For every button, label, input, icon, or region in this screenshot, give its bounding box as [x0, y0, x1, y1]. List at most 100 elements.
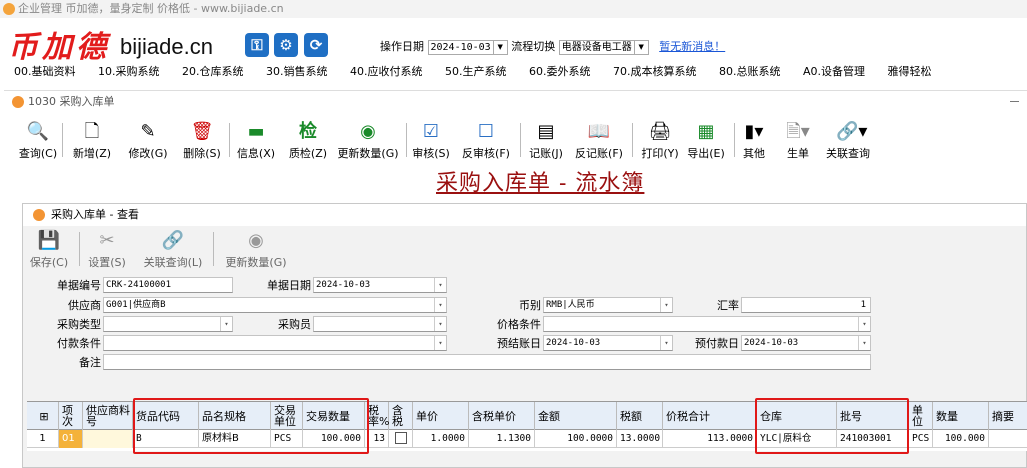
menu-item-basic[interactable]: 00.基础资料: [14, 65, 76, 78]
edit-button[interactable]: ✎ 修改(G): [124, 121, 172, 161]
cell-tax-included[interactable]: [389, 430, 413, 448]
cell-seq[interactable]: 01: [59, 430, 83, 448]
save-button[interactable]: 💾 保存(C): [27, 230, 71, 270]
chevron-down-icon[interactable]: ▾: [434, 317, 446, 331]
link-query-button[interactable]: 🔗▾ 关联查询: [818, 121, 878, 161]
audit-button[interactable]: ☑ 审核(S): [410, 121, 452, 161]
cell-amount[interactable]: 100.0000: [535, 430, 617, 448]
prepay-date-label: 预付款日: [695, 337, 739, 350]
post-button[interactable]: ▤ 记账(J): [523, 121, 569, 161]
menu-item-purchase[interactable]: 10.采购系统: [98, 65, 160, 78]
chevron-down-icon[interactable]: ▾: [434, 278, 446, 292]
generate-button[interactable]: 🗎▾ 生单: [780, 121, 816, 161]
toolbar-divider: [632, 123, 633, 157]
menu-item-outsourcing[interactable]: 60.委外系统: [529, 65, 591, 78]
update-qty-label: 更新数量(G): [337, 147, 399, 160]
update-qty-button[interactable]: ◉ 更新数量(G): [336, 121, 400, 161]
link-query-button[interactable]: 🔗 关联查询(L): [141, 230, 205, 270]
col-tax-unit-price[interactable]: 含税单价: [469, 402, 535, 430]
cell-unit-price[interactable]: 1.0000: [413, 430, 469, 448]
rate-field[interactable]: 1: [741, 297, 871, 313]
other-label: 其他: [743, 147, 765, 160]
menu-item-production[interactable]: 50.生产系统: [445, 65, 507, 78]
col-unit[interactable]: 单位: [909, 402, 933, 430]
info-button[interactable]: ▬ 信息(X): [232, 121, 280, 161]
col-seq[interactable]: 项次: [59, 402, 83, 430]
chevron-down-icon[interactable]: ▾: [220, 317, 232, 331]
cell-qty[interactable]: 100.000: [933, 430, 989, 448]
chevron-down-icon[interactable]: ▾: [434, 298, 446, 312]
menu-item-warehouse[interactable]: 20.仓库系统: [182, 65, 244, 78]
col-qty[interactable]: 数量: [933, 402, 989, 430]
chevron-down-icon[interactable]: ▼: [634, 39, 649, 55]
grid-menu-icon[interactable]: ⊞: [27, 402, 59, 430]
payment-terms-field[interactable]: ▾: [103, 335, 447, 351]
price-terms-field[interactable]: ▾: [543, 316, 871, 332]
query-button[interactable]: 🔍 查询(C): [18, 121, 58, 161]
col-tax[interactable]: 税额: [617, 402, 663, 430]
cell-tax[interactable]: 13.0000: [617, 430, 663, 448]
settings-icon[interactable]: ⚙: [274, 33, 298, 57]
menu-item-sales[interactable]: 30.销售系统: [266, 65, 328, 78]
chevron-down-icon[interactable]: ▾: [434, 336, 446, 350]
doc-date-field[interactable]: 2024-10-03 ▾: [313, 277, 447, 293]
menu-item-equipment[interactable]: A0.设备管理: [803, 65, 865, 78]
chevron-down-icon[interactable]: ▾: [660, 336, 672, 350]
new-doc-icon: 🗋: [84, 121, 100, 142]
export-button[interactable]: ▦ 导出(E): [682, 121, 730, 161]
chevron-down-icon[interactable]: ▾: [858, 317, 870, 331]
inspect-button[interactable]: 检质检(Z): [284, 121, 332, 161]
doc-no-field[interactable]: CRK-24100001: [103, 277, 233, 293]
cell-unit[interactable]: PCS: [909, 430, 933, 448]
chevron-down-icon[interactable]: ▾: [660, 298, 672, 312]
update-qty-button[interactable]: ◉ 更新数量(G): [223, 230, 289, 270]
menu-item-ledger[interactable]: 80.总账系统: [719, 65, 781, 78]
print-button[interactable]: 🖨 打印(Y): [636, 121, 684, 161]
cell-total[interactable]: 113.0000: [663, 430, 757, 448]
remark-field[interactable]: [103, 354, 871, 370]
chevron-down-icon[interactable]: ▾: [858, 336, 870, 350]
save-label: 保存(C): [29, 256, 69, 269]
settings-label: 设置(S): [88, 256, 126, 269]
toolbar-divider: [734, 123, 735, 157]
unaudit-button[interactable]: ☐ 反审核(F): [458, 121, 514, 161]
currency-field[interactable]: RMB|人民币 ▾: [543, 297, 673, 313]
edit-label: 修改(G): [128, 147, 168, 160]
op-date-field[interactable]: 2024-10-03: [427, 39, 494, 55]
new-button[interactable]: 🗋 新增(Z): [68, 121, 116, 161]
chevron-down-icon[interactable]: ▼: [493, 39, 508, 55]
cell-summary[interactable]: [989, 430, 1027, 448]
purchase-type-field[interactable]: ▾: [103, 316, 233, 332]
supplier-field[interactable]: G001|供应商B ▾: [103, 297, 447, 313]
minimize-icon[interactable]: [1010, 101, 1019, 102]
export-label: 导出(E): [687, 147, 725, 160]
cell-tax-unit-price[interactable]: 1.1300: [469, 430, 535, 448]
checkbox[interactable]: [394, 432, 407, 444]
delete-button[interactable]: 🗑 删除(S): [178, 121, 226, 161]
col-summary[interactable]: 摘要: [989, 402, 1027, 430]
buyer-field[interactable]: ▾: [313, 316, 447, 332]
window-icon: [12, 96, 24, 108]
col-supplier-part[interactable]: 供应商料号: [83, 402, 133, 430]
operation-bar: 操作日期 2024-10-03 ▼ 流程切换 电器设备电工器 ▼ 暂无新消息！: [380, 38, 725, 55]
dialog-title: 采购入库单 - 查看: [23, 204, 1026, 226]
settle-date-field[interactable]: 2024-10-03 ▾: [543, 335, 673, 351]
delete-label: 删除(S): [183, 147, 221, 160]
col-tax-included[interactable]: 含税: [389, 402, 413, 430]
col-amount[interactable]: 金额: [535, 402, 617, 430]
settings-button[interactable]: ✂ 设置(S): [87, 230, 127, 270]
key-icon[interactable]: ⚿: [245, 33, 269, 57]
col-unit-price[interactable]: 单价: [413, 402, 469, 430]
refresh-icon[interactable]: ⟳: [304, 33, 328, 57]
menu-item-easy[interactable]: 雅得轻松: [888, 65, 932, 78]
prepay-date-field[interactable]: 2024-10-03 ▾: [741, 335, 871, 351]
unpost-button[interactable]: 📖 反记账(F): [571, 121, 627, 161]
menu-item-costing[interactable]: 70.成本核算系统: [613, 65, 697, 78]
inspect-label: 质检(Z): [288, 147, 328, 160]
cell-supplier-part[interactable]: [83, 430, 133, 448]
menu-item-ar-ap[interactable]: 40.应收付系统: [350, 65, 423, 78]
other-button[interactable]: ▮▾ 其他: [736, 121, 772, 161]
new-message-link[interactable]: 暂无新消息！: [659, 40, 725, 53]
flow-select[interactable]: 电器设备电工器: [558, 39, 635, 55]
col-total[interactable]: 价税合计: [663, 402, 757, 430]
